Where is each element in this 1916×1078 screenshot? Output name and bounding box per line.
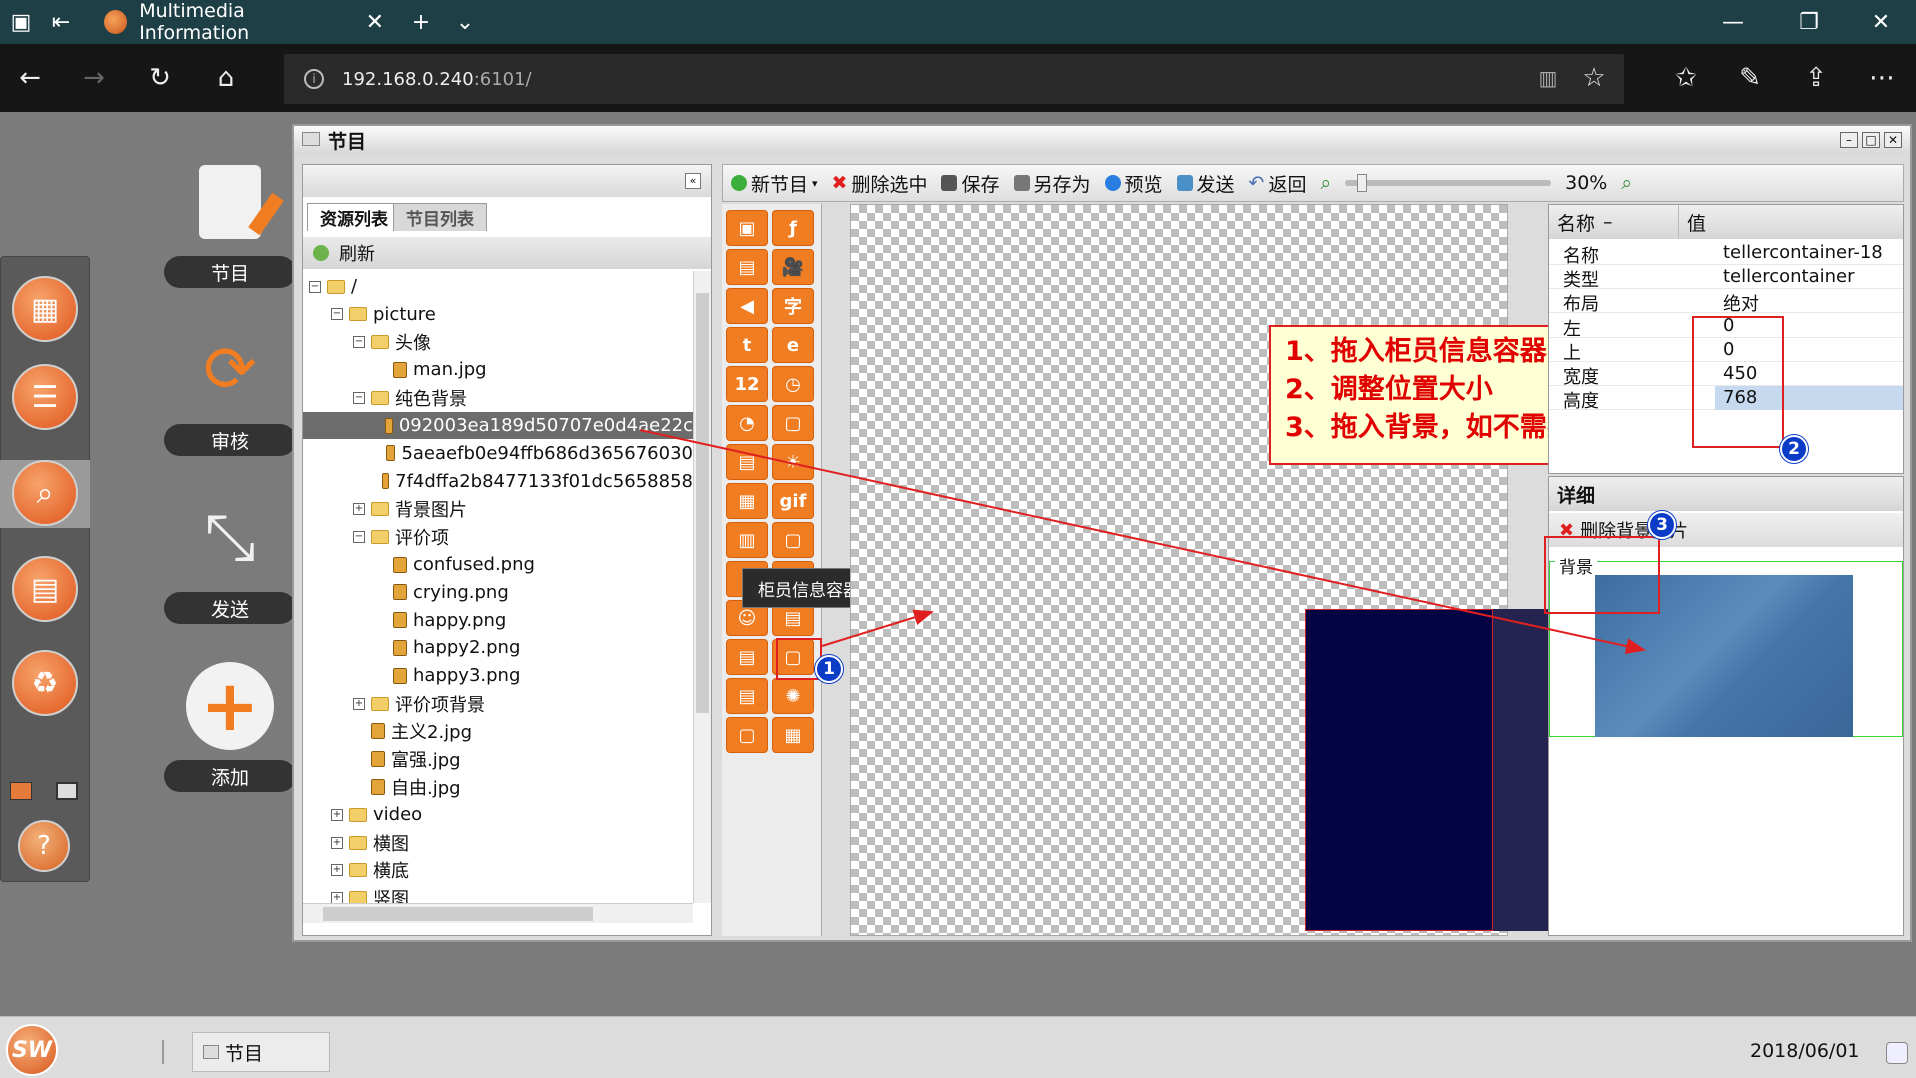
taskbar-divider (162, 1040, 164, 1064)
taskbar-date: 2018/06/01 (1750, 1040, 1860, 1062)
sw-logo[interactable]: SW (6, 1024, 58, 1076)
taskbar-program-label: 节目 (225, 1042, 264, 1065)
annotation-arrows (639, 429, 1646, 654)
arrow-file-to-background (639, 429, 1646, 654)
clock-icon[interactable] (1886, 1042, 1908, 1064)
program-doc-icon (203, 1045, 219, 1059)
arrow-widget-to-stage (821, 609, 934, 647)
taskbar-program-item[interactable]: 节目 (192, 1032, 330, 1072)
